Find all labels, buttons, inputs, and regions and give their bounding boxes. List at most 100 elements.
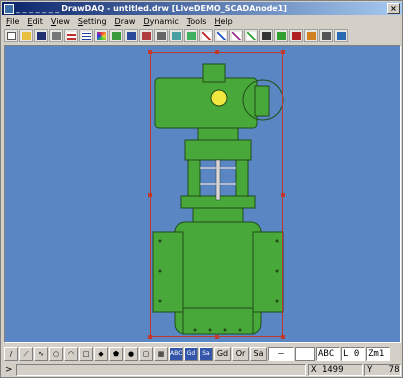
new-file-button[interactable] (4, 29, 18, 42)
symbol-button[interactable] (184, 29, 198, 42)
menu-dynamic[interactable]: Dynamic (139, 17, 182, 26)
roundrect-tool-button[interactable]: ▢ (139, 347, 153, 361)
curve-tool-button[interactable]: ∿ (34, 347, 48, 361)
gd-text-tool[interactable]: Gd (184, 347, 198, 361)
menu-file-label: ile (10, 17, 20, 26)
polygon-tool-button[interactable]: ⬟ (109, 347, 123, 361)
app-window: _ _ _ _ _ _ _ DrawDAQ - untitled.drw [Li… (0, 0, 403, 378)
abc-text-tool[interactable]: ABC (169, 347, 183, 361)
gd-button-label: Gd (216, 349, 229, 358)
menu-file[interactable]: File (2, 17, 23, 26)
resize-handle-tr[interactable] (281, 50, 285, 54)
roundrect-icon: ▢ (142, 350, 150, 358)
menu-tools[interactable]: Tools (183, 17, 211, 26)
or-button-label: Or (235, 349, 246, 358)
curve-icon: ∿ (38, 350, 44, 358)
print-button[interactable] (49, 29, 63, 42)
resize-handle-t[interactable] (215, 50, 219, 54)
circle-tool-button[interactable]: ● (124, 347, 138, 361)
chart-button[interactable] (199, 29, 213, 42)
resize-handle-r[interactable] (281, 193, 285, 197)
main-toolbar (2, 28, 402, 43)
menu-setting-label: etting (82, 17, 107, 26)
resize-handle-tl[interactable] (148, 50, 152, 54)
close-button[interactable]: × (387, 3, 400, 14)
print-icon (52, 32, 61, 40)
arc-icon: ◠ (67, 350, 75, 358)
graph-button[interactable] (229, 29, 243, 42)
arc-tool-button[interactable]: ◠ (64, 347, 78, 361)
menu-view[interactable]: View (47, 17, 74, 26)
font-value: ABC (318, 349, 335, 359)
book-icon (292, 32, 301, 40)
save-button[interactable] (34, 29, 48, 42)
trend-icon (217, 32, 226, 40)
selection-box[interactable] (148, 50, 285, 339)
drawing-canvas[interactable] (4, 45, 401, 343)
align-button[interactable] (79, 29, 93, 42)
layer-button[interactable] (154, 29, 168, 42)
report-button[interactable] (259, 29, 273, 42)
folder-icon (22, 32, 31, 40)
resize-handle-b[interactable] (215, 335, 219, 339)
new-file-icon (7, 32, 16, 40)
symbol-icon (187, 32, 196, 40)
resize-handle-bl[interactable] (148, 335, 152, 339)
palette-icon (97, 32, 106, 40)
run-button[interactable] (304, 29, 318, 42)
resize-handle-l[interactable] (148, 193, 152, 197)
grid-button[interactable] (64, 29, 78, 42)
menu-edit[interactable]: Edit (23, 17, 47, 26)
gd-button[interactable]: Gd (214, 347, 231, 361)
ellipse-tool-button[interactable]: ○ (49, 347, 63, 361)
title-bar[interactable]: _ _ _ _ _ _ _ DrawDAQ - untitled.drw [Li… (2, 2, 402, 15)
menu-help[interactable]: Help (210, 17, 236, 26)
polyline-tool-button[interactable]: ⟋ (19, 347, 33, 361)
fill-tool-button[interactable]: ◆ (94, 347, 108, 361)
dynamic-graph-button[interactable] (244, 29, 258, 42)
rectangle-tool-button[interactable]: □ (79, 347, 93, 361)
image-tool-icon: ▦ (157, 350, 165, 358)
menu-draw[interactable]: Draw (111, 17, 140, 26)
page-icon (142, 32, 151, 40)
align-icon (82, 32, 91, 40)
settings-button[interactable] (319, 29, 333, 42)
line-icon: / (9, 350, 13, 358)
sa-button[interactable]: Sa (250, 347, 267, 361)
window-title: DrawDAQ - untitled.drw [LiveDEMO_SCADAno… (61, 4, 287, 13)
menu-setting[interactable]: Setting (74, 17, 111, 26)
color-swatch[interactable] (295, 347, 315, 361)
trend-button[interactable] (214, 29, 228, 42)
fill-icon: ◆ (98, 350, 104, 358)
color-palette-button[interactable] (94, 29, 108, 42)
menu-view-label: iew (56, 17, 70, 26)
line-width-field[interactable]: L 0 (341, 347, 365, 361)
chart-icon (202, 32, 211, 40)
page-button[interactable] (139, 29, 153, 42)
tree-icon (112, 32, 121, 40)
x-coordinate: X 1499 (308, 364, 363, 376)
resize-handle-br[interactable] (281, 335, 285, 339)
tree-button[interactable] (109, 29, 123, 42)
line-style-selector[interactable]: — (268, 347, 294, 361)
line-tool-button[interactable]: / (4, 347, 18, 361)
list-icon (127, 32, 136, 40)
help-button[interactable] (334, 29, 348, 42)
book-button[interactable] (289, 29, 303, 42)
sa-text-tool[interactable]: Sa (199, 347, 213, 361)
image-tool-button[interactable]: ▦ (154, 347, 168, 361)
open-file-button[interactable] (19, 29, 33, 42)
list-button[interactable] (124, 29, 138, 42)
zoom-field[interactable]: Zm1 (366, 347, 390, 361)
line-width-value: L 0 (343, 349, 360, 359)
image-button[interactable] (169, 29, 183, 42)
or-button[interactable]: Or (232, 347, 249, 361)
run-icon (307, 32, 316, 40)
font-field[interactable]: ABC (316, 347, 340, 361)
database-button[interactable] (274, 29, 288, 42)
draw-toolbar: / ⟋ ∿ ○ ◠ □ ◆ ⬟ ● ▢ ▦ ABC Gd Sa Gd Or Sa… (2, 346, 402, 362)
abc-text-label: ABC (170, 350, 183, 357)
close-icon: × (390, 4, 397, 13)
report-icon (262, 32, 271, 40)
rectangle-icon: □ (82, 350, 90, 358)
